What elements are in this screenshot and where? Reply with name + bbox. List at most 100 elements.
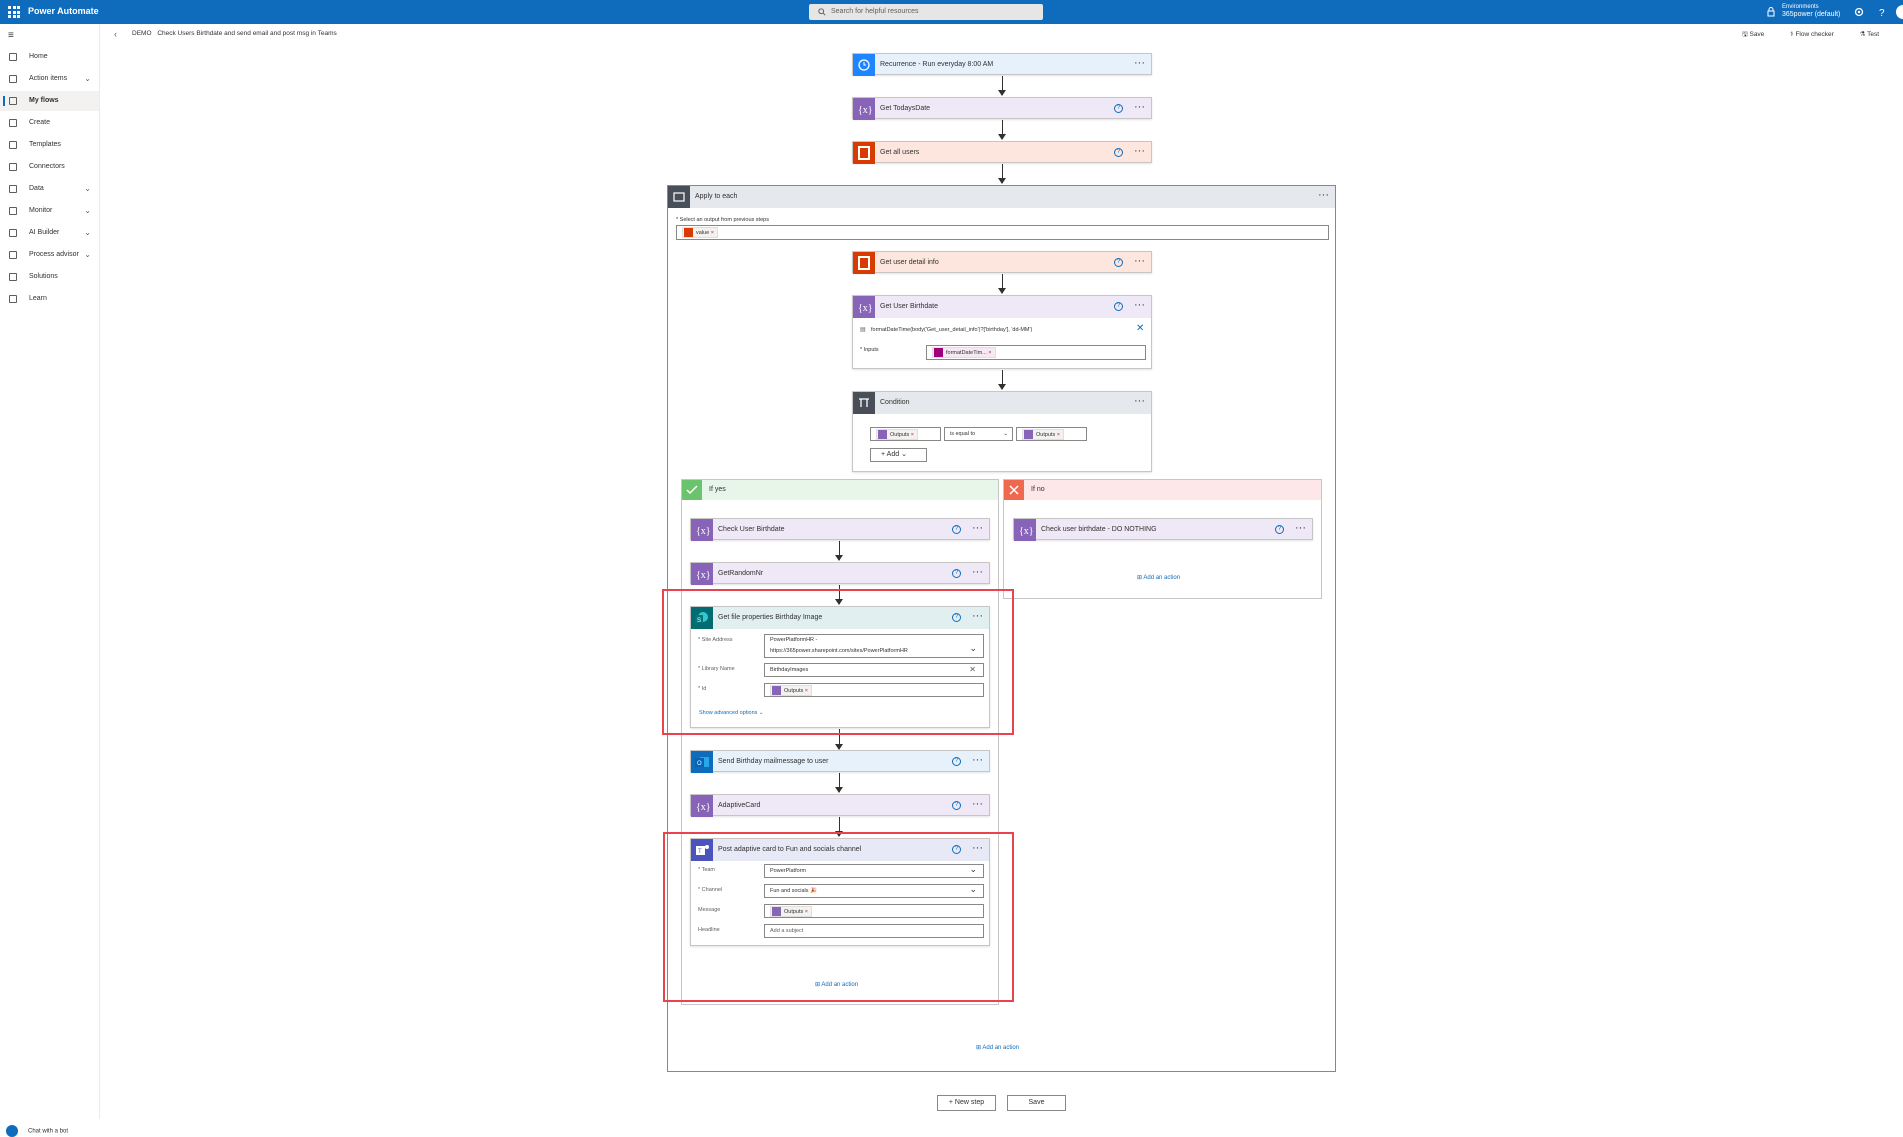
more-options-icon[interactable]: ··· xyxy=(1318,186,1329,204)
sidebar-item-action-items[interactable]: Action items ⌄ xyxy=(0,69,99,89)
hamburger-icon[interactable]: ≡ xyxy=(8,30,14,41)
more-options-icon[interactable]: ··· xyxy=(1295,519,1306,537)
sidebar-item-process-advisor[interactable]: Process advisor ⌄ xyxy=(0,245,99,265)
flow-checker-command[interactable]: ⚕ Flow checker xyxy=(1790,31,1846,38)
search-input[interactable]: Search for helpful resources xyxy=(809,4,1043,20)
sidebar-item-data[interactable]: Data ⌄ xyxy=(0,179,99,199)
connector-arrow xyxy=(998,274,1006,294)
home-icon xyxy=(9,53,17,61)
connector-arrow xyxy=(998,76,1006,96)
condition-right-operand[interactable]: Outputs × xyxy=(1016,427,1087,441)
more-options-icon[interactable]: ··· xyxy=(1134,392,1145,410)
apply-to-each-add-action[interactable]: ⊞ Add an action xyxy=(976,1044,1019,1051)
check-user-birthdate-card[interactable]: {x} Check User Birthdate ? ··· xyxy=(690,518,990,541)
avatar[interactable] xyxy=(1896,5,1903,19)
help-icon[interactable]: ? xyxy=(952,801,961,810)
sidebar-item-solutions[interactable]: Solutions xyxy=(0,267,99,287)
outputs-token[interactable]: Outputs × xyxy=(1022,429,1065,440)
chevron-down-icon[interactable]: ⌄ xyxy=(84,201,91,221)
condition-title: Condition xyxy=(880,399,910,406)
sidebar-item-connectors[interactable]: Connectors xyxy=(0,157,99,177)
sidebar-item-ai-builder[interactable]: AI Builder ⌄ xyxy=(0,223,99,243)
settings-icon[interactable] xyxy=(1853,6,1865,18)
new-step-button[interactable]: + New step xyxy=(937,1095,996,1111)
if-no-header: If no xyxy=(1004,480,1321,500)
outputs-token[interactable]: Outputs × xyxy=(876,429,919,440)
clock-icon xyxy=(853,54,875,76)
highlight-box xyxy=(662,589,1014,735)
chat-with-bot-button[interactable]: Chat with a bot xyxy=(6,1125,68,1137)
more-options-icon[interactable]: ··· xyxy=(1134,252,1145,270)
office365-icon xyxy=(853,142,875,164)
value-token-label: value xyxy=(696,229,710,236)
help-icon[interactable]: ? xyxy=(1114,148,1123,157)
if-no-add-action[interactable]: ⊞ Add an action xyxy=(1137,574,1180,581)
environment-icon[interactable] xyxy=(1765,6,1777,18)
expression-text: formatDateTime(body('Get_user_detail_inf… xyxy=(871,327,1033,333)
environment-picker[interactable]: Environments 365power (default) xyxy=(1782,3,1840,19)
condition-header[interactable]: Condition ··· xyxy=(853,392,1151,414)
more-options-icon[interactable]: ··· xyxy=(972,519,983,537)
save-command[interactable]: 🖫 Save xyxy=(1742,31,1776,38)
help-icon[interactable]: ? xyxy=(1275,525,1284,534)
sidebar-item-home[interactable]: Home xyxy=(0,47,99,67)
more-options-icon[interactable]: ··· xyxy=(972,563,983,581)
adaptive-card-card[interactable]: {x} AdaptiveCard ? ··· xyxy=(690,794,990,817)
more-options-icon[interactable]: ··· xyxy=(1134,142,1145,160)
condition-left-operand[interactable]: Outputs × xyxy=(870,427,941,441)
chevron-down-icon[interactable]: ⌄ xyxy=(84,179,91,199)
save-button[interactable]: Save xyxy=(1007,1095,1066,1111)
expression-token[interactable]: formatDateTim... × xyxy=(932,347,996,358)
condition-add-button[interactable]: + Add ⌄ xyxy=(870,448,927,462)
inputs-field[interactable]: formatDateTim... × xyxy=(926,345,1146,360)
apply-to-each-header[interactable]: Apply to each ··· xyxy=(668,186,1335,208)
help-icon[interactable]: ? xyxy=(1876,6,1888,18)
close-icon[interactable]: ✕ xyxy=(1136,323,1144,334)
help-icon[interactable]: ? xyxy=(952,757,961,766)
chevron-down-icon[interactable]: ⌄ xyxy=(84,245,91,265)
get-all-users-card[interactable]: Get all users ? ··· xyxy=(852,141,1152,164)
svg-text:?: ? xyxy=(1879,8,1885,18)
sidebar-item-monitor[interactable]: Monitor ⌄ xyxy=(0,201,99,221)
sidebar-item-create[interactable]: Create xyxy=(0,113,99,133)
get-random-nr-card[interactable]: {x} GetRandomNr ? ··· xyxy=(690,562,990,585)
chevron-down-icon[interactable]: ⌄ xyxy=(84,69,91,89)
condition-operator-select[interactable]: is equal to ⌄ xyxy=(944,427,1013,441)
help-icon[interactable]: ? xyxy=(952,569,961,578)
sidebar-item-learn[interactable]: Learn xyxy=(0,289,99,309)
get-user-detail-card[interactable]: Get user detail info ? ··· xyxy=(852,251,1152,274)
chevron-down-icon[interactable]: ⌄ xyxy=(84,223,91,243)
connector-arrow xyxy=(998,164,1006,184)
database-icon xyxy=(9,185,17,193)
sidebar-item-label: Connectors xyxy=(29,163,65,170)
help-icon[interactable]: ? xyxy=(952,525,961,534)
check-birthdate-do-nothing-card[interactable]: {x} Check user birthdate - DO NOTHING ? … xyxy=(1013,518,1313,541)
x-icon xyxy=(1004,480,1024,500)
sidebar-item-my-flows[interactable]: My flows xyxy=(0,91,99,111)
value-token[interactable]: value × xyxy=(682,227,718,238)
breadcrumb-root[interactable]: DEMO xyxy=(132,30,152,37)
sidebar-item-label: Process advisor xyxy=(29,251,79,258)
help-icon[interactable]: ? xyxy=(1114,302,1123,311)
more-options-icon[interactable]: ··· xyxy=(1134,54,1145,72)
sidebar-item-templates[interactable]: Templates xyxy=(0,135,99,155)
select-output-field[interactable]: value × xyxy=(676,225,1329,240)
app-title[interactable]: Power Automate xyxy=(28,6,99,16)
expression-token-label: formatDateTim... xyxy=(946,349,987,356)
send-birthday-mail-card[interactable]: O Send Birthday mailmessage to user ? ··… xyxy=(690,750,990,773)
get-user-birthdate-header[interactable]: {x} Get User Birthdate ? ··· xyxy=(853,296,1151,318)
recurrence-card[interactable]: Recurrence - Run everyday 8:00 AM ··· xyxy=(852,53,1152,76)
help-icon[interactable]: ? xyxy=(1114,104,1123,113)
test-command[interactable]: ⚗ Test xyxy=(1860,31,1891,38)
more-options-icon[interactable]: ··· xyxy=(972,795,983,813)
help-icon[interactable]: ? xyxy=(1114,258,1123,267)
variable-icon: {x} xyxy=(853,296,875,318)
sidebar: ≡ Home Action items ⌄ My flows Create Templat… xyxy=(0,24,100,1137)
get-todays-date-card[interactable]: {x} Get TodaysDate ? ··· xyxy=(852,97,1152,120)
if-no-add-action-label: Add an action xyxy=(1143,575,1181,581)
back-arrow-icon[interactable]: ‹ xyxy=(114,29,117,39)
more-options-icon[interactable]: ··· xyxy=(972,751,983,769)
more-options-icon[interactable]: ··· xyxy=(1134,296,1145,314)
app-launcher-icon[interactable] xyxy=(8,6,20,18)
more-options-icon[interactable]: ··· xyxy=(1134,98,1145,116)
